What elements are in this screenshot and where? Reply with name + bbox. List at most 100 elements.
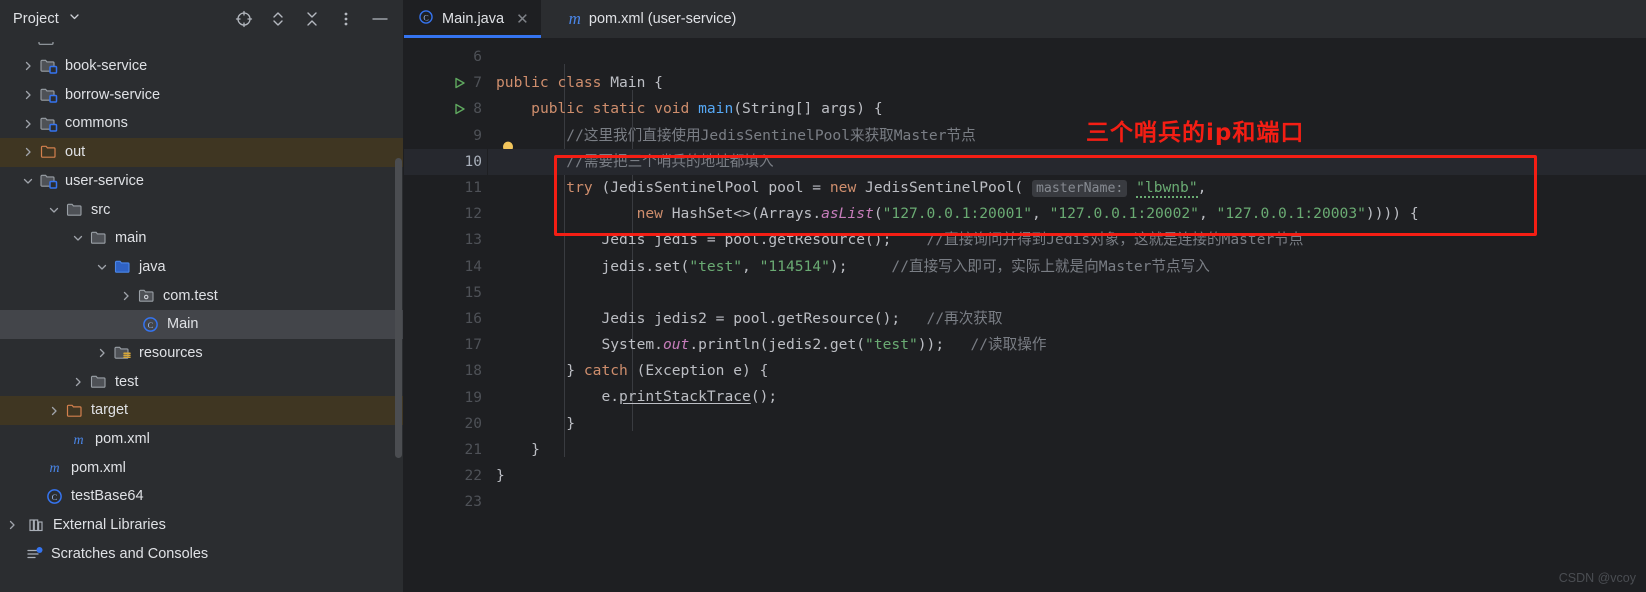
tree-item-user-service[interactable]: user-service <box>0 167 404 196</box>
tree-item-java-sourceroot[interactable]: java <box>0 253 404 282</box>
tree-item-label: main <box>115 230 147 247</box>
code-line-19: e.printStackTrace(); <box>488 384 1646 410</box>
chevron-right-icon[interactable] <box>94 345 110 361</box>
tree-item-main-folder[interactable]: main <box>0 224 404 253</box>
code-line-7: public class Main { <box>488 70 1646 96</box>
tree-item-label: borrow-service <box>65 86 161 103</box>
code-string: "127.0.0.1:20003" <box>1216 205 1366 223</box>
tree-item-main-class[interactable]: C Main <box>0 310 404 339</box>
code-text-span: jedis.set( <box>601 257 690 275</box>
code-text-span: , <box>1032 205 1050 223</box>
project-panel-title: Project <box>13 11 59 27</box>
chevron-right-icon[interactable] <box>20 87 36 103</box>
code-text[interactable]: public class Main { public static void m… <box>488 38 1646 592</box>
code-text-span: HashSet<>(Arrays. <box>662 205 822 223</box>
gutter-line: 9 <box>404 123 488 149</box>
maven-icon: m <box>44 459 65 477</box>
code-line-13: Jedis jedis = pool.getResource(); //直接询问… <box>488 227 1646 253</box>
code-comment: //这里我们直接使用JedisSentinelPool来获取Master节点 <box>566 126 976 144</box>
collapse-all-icon[interactable] <box>302 9 322 29</box>
tab-main-java[interactable]: C Main.java ✕ <box>404 0 541 38</box>
chevron-right-icon[interactable] <box>46 403 62 419</box>
line-number: 23 <box>464 494 482 511</box>
code-text-span: , <box>1197 178 1207 196</box>
scratches-icon <box>24 545 45 563</box>
code-line-10: //需要把三个哨兵的地址都填入 <box>488 148 1646 175</box>
tree-item-com-test[interactable]: com.test <box>0 282 404 311</box>
editor-gutter[interactable]: 6 7 8 9 10 11 12 13 14 15 16 17 18 19 20… <box>404 38 513 592</box>
chevron-down-icon[interactable] <box>68 10 81 28</box>
tree-item-resources[interactable]: resources <box>0 339 404 368</box>
gutter-line: 14 <box>404 254 488 280</box>
run-gutter-icon[interactable] <box>452 102 467 117</box>
tree-item-borrow-service[interactable]: borrow-service <box>0 81 404 110</box>
tree-item-external-libraries[interactable]: External Libraries <box>0 511 404 540</box>
code-comment: //需要把三个哨兵的地址都填入 <box>566 152 774 170</box>
tree-item-testbase64[interactable]: C testBase64 <box>0 482 404 511</box>
tree-item-label: commons <box>65 115 128 132</box>
chevron-down-icon[interactable] <box>94 259 110 275</box>
code-text-span: } <box>496 467 505 484</box>
tree-item-scratches-consoles[interactable]: Scratches and Consoles <box>0 540 404 569</box>
code-line-18: } catch (Exception e) { <box>488 358 1646 384</box>
minimize-icon[interactable] <box>370 9 390 29</box>
locate-icon[interactable] <box>234 9 254 29</box>
package-icon <box>136 287 157 305</box>
gutter-line: 8 <box>404 96 488 122</box>
chevron-right-icon[interactable] <box>118 288 134 304</box>
tree-item-pom-outer[interactable]: m pom.xml <box>0 454 404 483</box>
gutter-line: 11 <box>404 175 488 201</box>
code-text-span: )))) { <box>1365 205 1419 223</box>
gutter-line-current: 10 <box>404 148 488 175</box>
chevron-down-icon[interactable] <box>20 173 36 189</box>
tree-item-src[interactable]: src <box>0 195 404 224</box>
module-folder-icon <box>38 172 59 190</box>
chevron-right-icon[interactable] <box>20 116 36 132</box>
code-text-span: Jedis jedis2 = pool.getResource(); <box>601 309 901 327</box>
code-text-span: ); <box>829 257 848 275</box>
code-line-16: Jedis jedis2 = pool.getResource(); //再次获… <box>488 306 1646 332</box>
module-folder-icon <box>38 57 59 75</box>
run-gutter-icon[interactable] <box>452 76 467 91</box>
code-keyword: public static void <box>531 100 699 118</box>
code-comment: //读取操作 <box>970 336 1047 354</box>
tree-item-label: user-service <box>65 172 144 189</box>
code-string: "114514" <box>759 257 830 275</box>
chevron-right-icon[interactable] <box>4 517 20 533</box>
more-options-icon[interactable] <box>336 9 356 29</box>
resources-folder-icon <box>112 344 133 362</box>
sidebar-scrollbar[interactable] <box>395 158 402 458</box>
tree-item-pom-inner[interactable]: m pom.xml <box>0 425 404 454</box>
tree-item-target[interactable]: target <box>0 396 404 425</box>
tree-item-label: pom.xml <box>95 431 150 448</box>
tab-pom-xml[interactable]: m pom.xml (user-service) <box>555 0 749 38</box>
tree-item-test[interactable]: test <box>0 368 404 397</box>
tree-item-out[interactable]: out <box>0 138 404 167</box>
tree-item-label: target <box>91 402 129 419</box>
maven-icon: m <box>568 9 581 28</box>
expand-collapse-icon[interactable] <box>268 9 288 29</box>
chevron-right-icon[interactable] <box>70 374 86 390</box>
code-line-20: } <box>488 411 1646 437</box>
chevron-down-icon[interactable] <box>46 202 62 218</box>
project-tree[interactable]: book-service borrow-service commons out … <box>0 38 404 592</box>
code-line-14: jedis.set("test", "114514"); //直接写入即可，实际… <box>488 254 1646 280</box>
code-text-span: Main { <box>601 74 663 92</box>
code-text-span: e. <box>601 388 620 406</box>
tree-item-label: com.test <box>163 287 218 304</box>
code-string: "127.0.0.1:20001" <box>882 205 1032 223</box>
tree-item-book-service[interactable]: book-service <box>0 52 404 81</box>
code-keyword: new <box>829 178 857 196</box>
chevron-right-icon[interactable] <box>20 144 36 160</box>
chevron-right-icon[interactable] <box>20 58 36 74</box>
library-icon <box>26 516 47 534</box>
code-keyword: new <box>636 205 663 223</box>
tree-item-commons[interactable]: commons <box>0 109 404 138</box>
source-root-folder-icon <box>112 258 133 276</box>
chevron-down-icon[interactable] <box>70 230 86 246</box>
close-icon[interactable]: ✕ <box>516 12 529 27</box>
code-keyword: public class <box>496 74 602 92</box>
code-editor[interactable]: 6 7 8 9 10 11 12 13 14 15 16 17 18 19 20… <box>404 38 1646 592</box>
